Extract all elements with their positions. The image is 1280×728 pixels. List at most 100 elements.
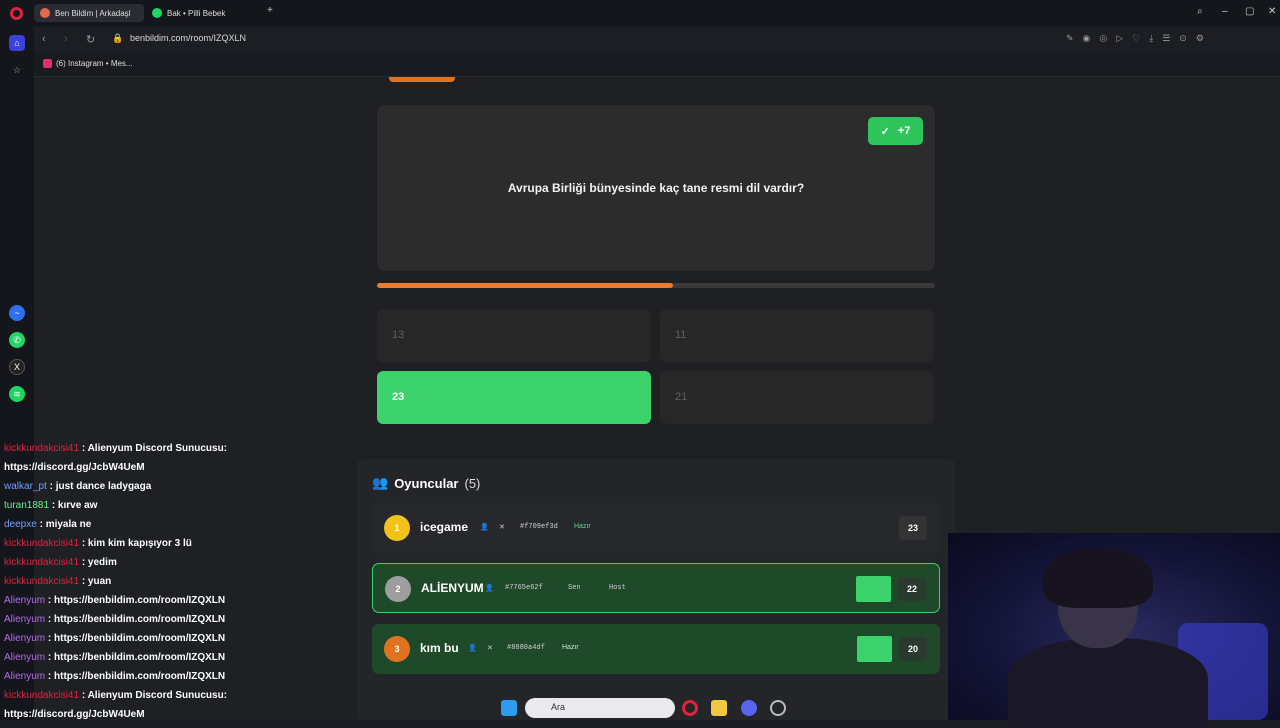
- close-icon[interactable]: ✕: [1268, 6, 1276, 17]
- star-icon[interactable]: ☆: [9, 62, 25, 78]
- timer-progress-fill: [377, 283, 673, 288]
- chat-message: walkar_pt : just dance ladygaga: [0, 477, 270, 496]
- points-label: +7: [897, 125, 911, 137]
- chat-text: : https://benbildim.com/room/IZQXLN: [47, 671, 226, 682]
- chat-message: deepxe : miyala ne: [0, 515, 270, 534]
- kick-user-icon[interactable]: ✕: [499, 523, 505, 532]
- address-bar-row: ‹ › ↻ 🔒 benbildim.com/room/IZQXLN ✎◉◎▷♡⤓…: [34, 27, 1280, 54]
- answered-indicator: [857, 636, 892, 662]
- rank-badge: 1: [384, 515, 410, 541]
- chat-text: : yedim: [81, 557, 117, 568]
- answered-indicator: [856, 576, 891, 602]
- chat-username: walkar_pt: [4, 481, 47, 492]
- player-score: 20: [899, 637, 927, 661]
- player-row: 3 kım bu 👤 ✕ #8880a4df Hazır 20: [372, 624, 940, 674]
- player-name: kım bu: [420, 641, 459, 655]
- url-field[interactable]: benbildim.com/room/IZQXLN: [130, 33, 246, 43]
- chat-text: : Alienyum Discord Sunucusu:: [81, 443, 228, 454]
- timer-progress-bar: [377, 283, 935, 288]
- chat-username: kickkundakcisi41: [4, 538, 80, 549]
- new-tab-button[interactable]: +: [267, 5, 273, 16]
- tab-label: Ben Bildim | Arkadaşl: [55, 8, 131, 18]
- speaker-icon: [40, 8, 50, 18]
- ready-status: Hazır: [574, 523, 591, 530]
- rank-badge: 2: [385, 576, 411, 602]
- lock-icon: 🔒: [112, 33, 124, 43]
- self-label: Sen: [568, 584, 581, 592]
- reload-icon[interactable]: ↻: [86, 33, 95, 46]
- player-id: #f709ef3d: [520, 523, 558, 531]
- taskbar-search[interactable]: Ara: [525, 698, 675, 718]
- bookmark-instagram[interactable]: (6) Instagram • Mes...: [43, 59, 133, 68]
- back-icon[interactable]: ‹: [42, 33, 46, 45]
- chat-text: https://discord.gg/JcbW4UeM: [4, 462, 145, 473]
- chat-message: https://discord.gg/JcbW4UeM: [0, 458, 270, 477]
- player-score: 23: [899, 516, 927, 540]
- answer-option[interactable]: 21: [660, 371, 934, 424]
- players-heading: 👥 Oyuncular (5): [372, 475, 480, 491]
- chat-username: deepxe: [4, 519, 37, 530]
- points-badge: ✓ +7: [868, 117, 923, 145]
- chat-message: kickkundakcisi41 : yuan: [0, 572, 270, 591]
- chat-username: kickkundakcisi41: [4, 557, 80, 568]
- spotify-icon[interactable]: ≋: [9, 386, 25, 402]
- kick-user-icon[interactable]: ✕: [487, 644, 493, 653]
- chat-username: kickkundakcisi41: [4, 443, 80, 454]
- answer-option-correct[interactable]: 23: [377, 371, 651, 424]
- chat-message: Alienyum : https://benbildim.com/room/IZ…: [0, 629, 270, 648]
- chat-username: kickkundakcisi41: [4, 576, 80, 587]
- maximize-icon[interactable]: ▢: [1245, 6, 1254, 17]
- answer-option[interactable]: 13: [377, 309, 651, 362]
- minimize-icon[interactable]: –: [1222, 6, 1228, 17]
- toolbar-icons[interactable]: ✎◉◎▷♡⤓☰⊙⚙: [1066, 33, 1213, 44]
- settings-icon[interactable]: [770, 700, 786, 716]
- user-icon: 👤: [485, 585, 494, 593]
- question-text: Avrupa Birliği bünyesinde kaç tane resmi…: [507, 181, 805, 195]
- home-icon[interactable]: ⌂: [9, 35, 25, 51]
- player-id: #8880a4df: [507, 644, 545, 652]
- opera-logo-icon[interactable]: [10, 7, 23, 20]
- chat-username: Alienyum: [4, 633, 46, 644]
- player-id: #7765e62f: [505, 584, 543, 592]
- chat-message: Alienyum : https://benbildim.com/room/IZ…: [0, 648, 270, 667]
- player-name: ALİENYUM: [421, 581, 484, 595]
- chat-text: : kim kim kapışıyor 3 lü: [81, 538, 192, 549]
- windows-taskbar: Ara: [0, 696, 1280, 720]
- tab-ben-bildim[interactable]: Ben Bildim | Arkadaşl: [34, 4, 144, 22]
- chat-message: kickkundakcisi41 : Alienyum Discord Sunu…: [0, 439, 270, 458]
- host-label: Host: [609, 584, 626, 592]
- spotify-icon: [152, 8, 162, 18]
- chat-text: : kırve aw: [51, 500, 98, 511]
- x-icon[interactable]: X: [9, 359, 25, 375]
- bookmark-label: (6) Instagram • Mes...: [56, 59, 133, 68]
- chat-message: Alienyum : https://benbildim.com/room/IZ…: [0, 591, 270, 610]
- bookmarks-bar: (6) Instagram • Mes...: [34, 54, 1280, 77]
- tab-pilli-bebek[interactable]: Bak • Pilli Bebek: [146, 4, 256, 22]
- ready-status: Hazır: [562, 644, 579, 651]
- instagram-icon: [43, 59, 52, 68]
- search-tabs-icon[interactable]: ⌕: [1197, 6, 1203, 17]
- browser-tab-bar: Ben Bildim | Arkadaşl Bak • Pilli Bebek …: [0, 0, 1280, 27]
- opera-icon[interactable]: [682, 700, 698, 716]
- whatsapp-icon[interactable]: ✆: [9, 332, 25, 348]
- user-icon: 👤: [468, 645, 477, 653]
- users-icon: 👥: [372, 475, 389, 490]
- player-name: icegame: [420, 520, 469, 534]
- folder-icon[interactable]: [711, 700, 727, 716]
- user-icon: 👤: [480, 524, 489, 532]
- check-icon: ✓: [880, 125, 890, 138]
- chat-message: Alienyum : https://benbildim.com/room/IZ…: [0, 667, 270, 686]
- chat-username: Alienyum: [4, 652, 46, 663]
- chat-text: : miyala ne: [39, 519, 92, 530]
- player-row-self: 2 ALİENYUM 👤 #7765e62f Sen Host 22: [372, 563, 940, 613]
- discord-icon[interactable]: [741, 700, 757, 716]
- answer-option[interactable]: 11: [660, 309, 934, 362]
- forward-icon[interactable]: ›: [64, 33, 68, 45]
- chat-message: kickkundakcisi41 : yedim: [0, 553, 270, 572]
- search-label: Ara: [551, 702, 566, 712]
- previous-card-edge: [389, 77, 455, 82]
- tab-label: Bak • Pilli Bebek: [167, 8, 226, 18]
- messenger-icon[interactable]: ~: [9, 305, 25, 321]
- chat-username: turan1881: [4, 500, 50, 511]
- windows-start-icon[interactable]: [501, 700, 517, 716]
